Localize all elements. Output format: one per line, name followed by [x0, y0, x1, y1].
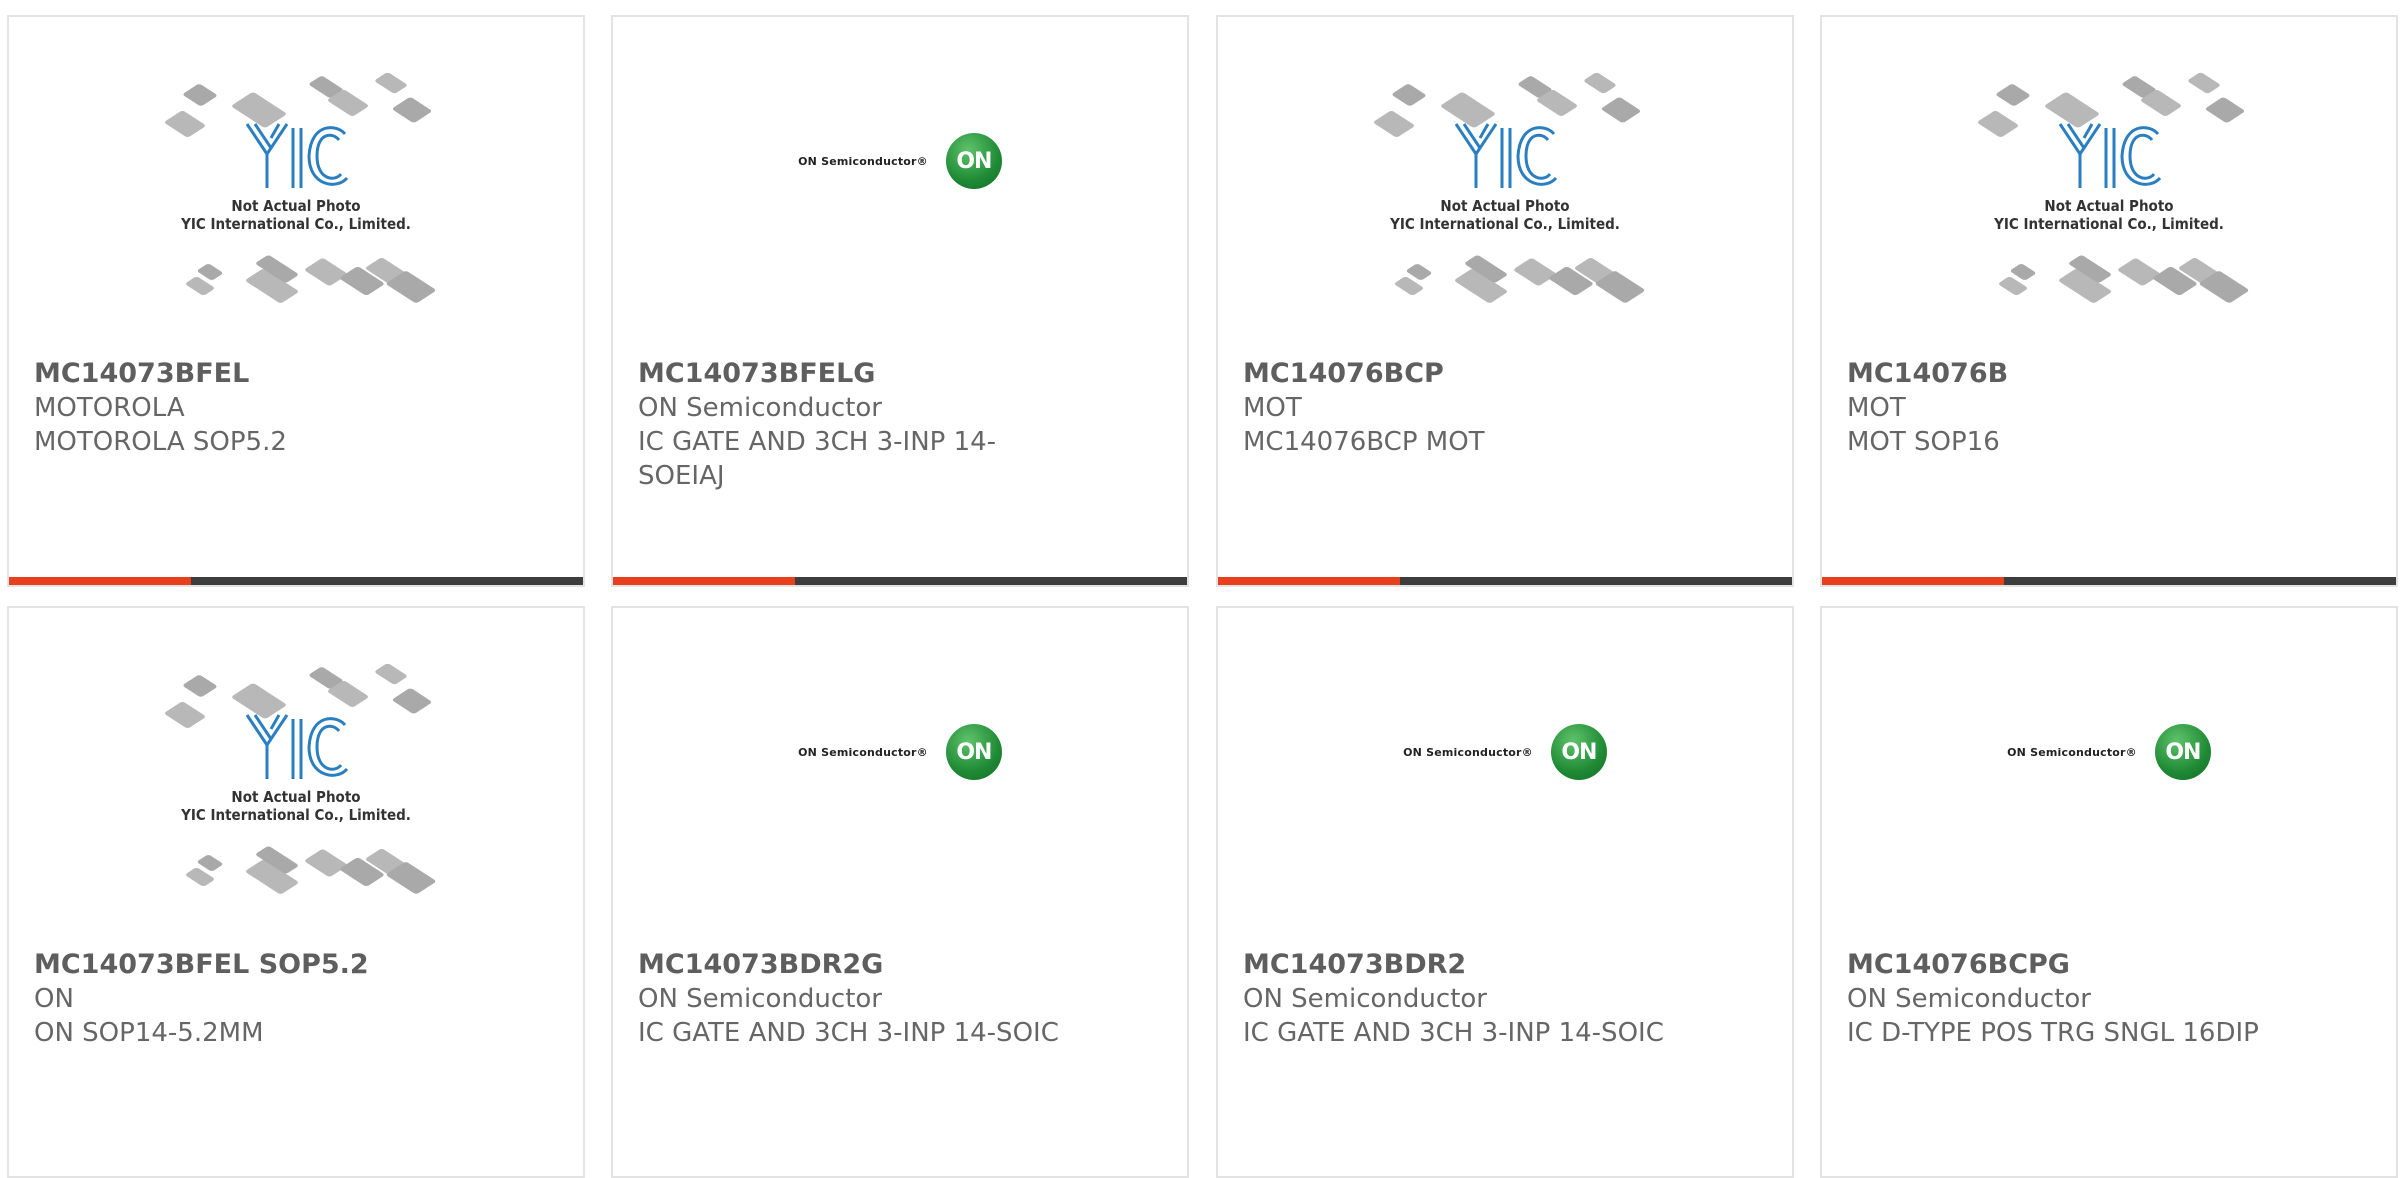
product-thumbnail[interactable]: Not Actual Photo YIC International Co., L…: [9, 608, 583, 948]
placeholder-line-1: Not Actual Photo: [231, 196, 361, 215]
product-grid: Not Actual Photo YIC International Co., L…: [0, 0, 2400, 1178]
placeholder-caption: Not Actual Photo YIC International Co., L…: [1974, 197, 2244, 233]
on-semiconductor-logo: ON Semiconductor® ON: [798, 724, 1002, 780]
yic-logo-icon: [245, 713, 349, 779]
manufacturer: MOTOROLA: [34, 393, 185, 423]
product-card[interactable]: ON Semiconductor® ON MC14073BDR2G ON Semico…: [611, 606, 1189, 1178]
not-actual-photo-image: Not Actual Photo YIC International Co., L…: [1974, 65, 2250, 310]
card-accent-bar: [1822, 577, 2004, 585]
placeholder-caption: Not Actual Photo YIC International Co., L…: [1370, 197, 1640, 233]
placeholder-line-1: Not Actual Photo: [1440, 196, 1570, 215]
manufacturer: MOT: [1243, 393, 1302, 423]
product-card[interactable]: ON Semiconductor® ON MC14073BDR2 ON Semicon…: [1216, 606, 1794, 1178]
placeholder-caption: Not Actual Photo YIC International Co., L…: [161, 197, 431, 233]
manufacturer: ON Semiconductor: [1243, 984, 1487, 1014]
yic-logo-icon: [2058, 122, 2162, 188]
on-badge-icon: ON: [945, 133, 1002, 189]
yic-logo-icon: [245, 122, 349, 188]
product-card[interactable]: Not Actual Photo YIC International Co., L…: [1216, 15, 1794, 587]
placeholder-line-1: Not Actual Photo: [2044, 196, 2174, 215]
product-card[interactable]: Not Actual Photo YIC International Co., L…: [7, 15, 585, 587]
on-semi-wordmark: ON Semiconductor®: [2007, 745, 2137, 759]
product-info: MC14076B MOT MOT SOP16: [1847, 357, 2371, 459]
product-info: MC14073BFEL SOP5.2 ON ON SOP14-5.2MM: [34, 948, 558, 1050]
part-number-link[interactable]: MC14076B: [1847, 357, 2371, 391]
part-number-link[interactable]: MC14073BDR2G: [638, 948, 1162, 982]
on-semiconductor-logo: ON Semiconductor® ON: [798, 133, 1002, 189]
manufacturer: ON Semiconductor: [638, 984, 882, 1014]
product-info: MC14076BCPG ON Semiconductor IC D-TYPE POS…: [1847, 948, 2371, 1050]
placeholder-line-2: YIC International Co., Limited.: [1390, 214, 1620, 233]
part-number-link[interactable]: MC14073BDR2: [1243, 948, 1767, 982]
card-footer-bar: [1218, 577, 1792, 585]
on-badge-icon: ON: [945, 724, 1002, 780]
product-card[interactable]: Not Actual Photo YIC International Co., L…: [1820, 15, 2398, 587]
on-badge-icon: ON: [2154, 724, 2211, 780]
product-thumbnail[interactable]: ON Semiconductor® ON: [613, 608, 1187, 948]
product-thumbnail[interactable]: Not Actual Photo YIC International Co., L…: [9, 17, 583, 357]
part-number-link[interactable]: MC14073BFEL SOP5.2: [34, 948, 558, 982]
product-info: MC14076BCP MOT MC14076BCP MOT: [1243, 357, 1767, 459]
not-actual-photo-image: Not Actual Photo YIC International Co., L…: [161, 65, 437, 310]
card-footer-bar: [1822, 577, 2396, 585]
part-description: IC GATE AND 3CH 3-INP 14-SOIC: [1243, 1018, 1664, 1048]
placeholder-line-1: Not Actual Photo: [231, 787, 361, 806]
placeholder-line-2: YIC International Co., Limited.: [181, 805, 411, 824]
product-card[interactable]: ON Semiconductor® ON MC14073BFELG ON Semico…: [611, 15, 1189, 587]
not-actual-photo-image: Not Actual Photo YIC International Co., L…: [1370, 65, 1646, 310]
yic-logo-icon: [1454, 122, 1558, 188]
placeholder-line-2: YIC International Co., Limited.: [1994, 214, 2224, 233]
part-description: MC14076BCP MOT: [1243, 427, 1485, 457]
product-thumbnail[interactable]: Not Actual Photo YIC International Co., L…: [1218, 17, 1792, 357]
manufacturer: ON Semiconductor: [638, 393, 882, 423]
on-semiconductor-logo: ON Semiconductor® ON: [1403, 724, 1607, 780]
product-info: MC14073BDR2 ON Semiconductor IC GATE AND 3…: [1243, 948, 1767, 1050]
part-description: MOT SOP16: [1847, 427, 2000, 457]
placeholder-line-2: YIC International Co., Limited.: [181, 214, 411, 233]
on-semiconductor-logo: ON Semiconductor® ON: [2007, 724, 2211, 780]
part-description: MOTOROLA SOP5.2: [34, 427, 287, 457]
on-semi-wordmark: ON Semiconductor®: [1403, 745, 1533, 759]
part-description: ON SOP14-5.2MM: [34, 1018, 264, 1048]
placeholder-caption: Not Actual Photo YIC International Co., L…: [161, 788, 431, 824]
product-thumbnail[interactable]: ON Semiconductor® ON: [1218, 608, 1792, 948]
card-footer-bar: [613, 577, 1187, 585]
part-number-link[interactable]: MC14076BCP: [1243, 357, 1767, 391]
product-info: MC14073BFELG ON Semiconductor IC GATE AND …: [638, 357, 1162, 493]
on-semi-wordmark: ON Semiconductor®: [798, 154, 928, 168]
product-info: MC14073BDR2G ON Semiconductor IC GATE AND …: [638, 948, 1162, 1050]
product-thumbnail[interactable]: ON Semiconductor® ON: [613, 17, 1187, 357]
part-description: IC D-TYPE POS TRG SNGL 16DIP: [1847, 1018, 2259, 1048]
part-description: IC GATE AND 3CH 3-INP 14-SOEIAJ: [638, 427, 997, 491]
product-thumbnail[interactable]: Not Actual Photo YIC International Co., L…: [1822, 17, 2396, 357]
product-card[interactable]: ON Semiconductor® ON MC14076BCPG ON Semicon…: [1820, 606, 2398, 1178]
part-number-link[interactable]: MC14076BCPG: [1847, 948, 2371, 982]
manufacturer: ON: [34, 984, 74, 1014]
part-number-link[interactable]: MC14073BFEL: [34, 357, 558, 391]
product-card[interactable]: Not Actual Photo YIC International Co., L…: [7, 606, 585, 1178]
not-actual-photo-image: Not Actual Photo YIC International Co., L…: [161, 656, 437, 901]
card-accent-bar: [9, 577, 191, 585]
card-accent-bar: [613, 577, 795, 585]
on-semi-wordmark: ON Semiconductor®: [798, 745, 928, 759]
product-info: MC14073BFEL MOTOROLA MOTOROLA SOP5.2: [34, 357, 558, 459]
card-footer-bar: [9, 577, 583, 585]
on-badge-icon: ON: [1550, 724, 1607, 780]
part-number-link[interactable]: MC14073BFELG: [638, 357, 1162, 391]
part-description: IC GATE AND 3CH 3-INP 14-SOIC: [638, 1018, 1059, 1048]
manufacturer: ON Semiconductor: [1847, 984, 2091, 1014]
manufacturer: MOT: [1847, 393, 1906, 423]
card-accent-bar: [1218, 577, 1400, 585]
product-thumbnail[interactable]: ON Semiconductor® ON: [1822, 608, 2396, 948]
